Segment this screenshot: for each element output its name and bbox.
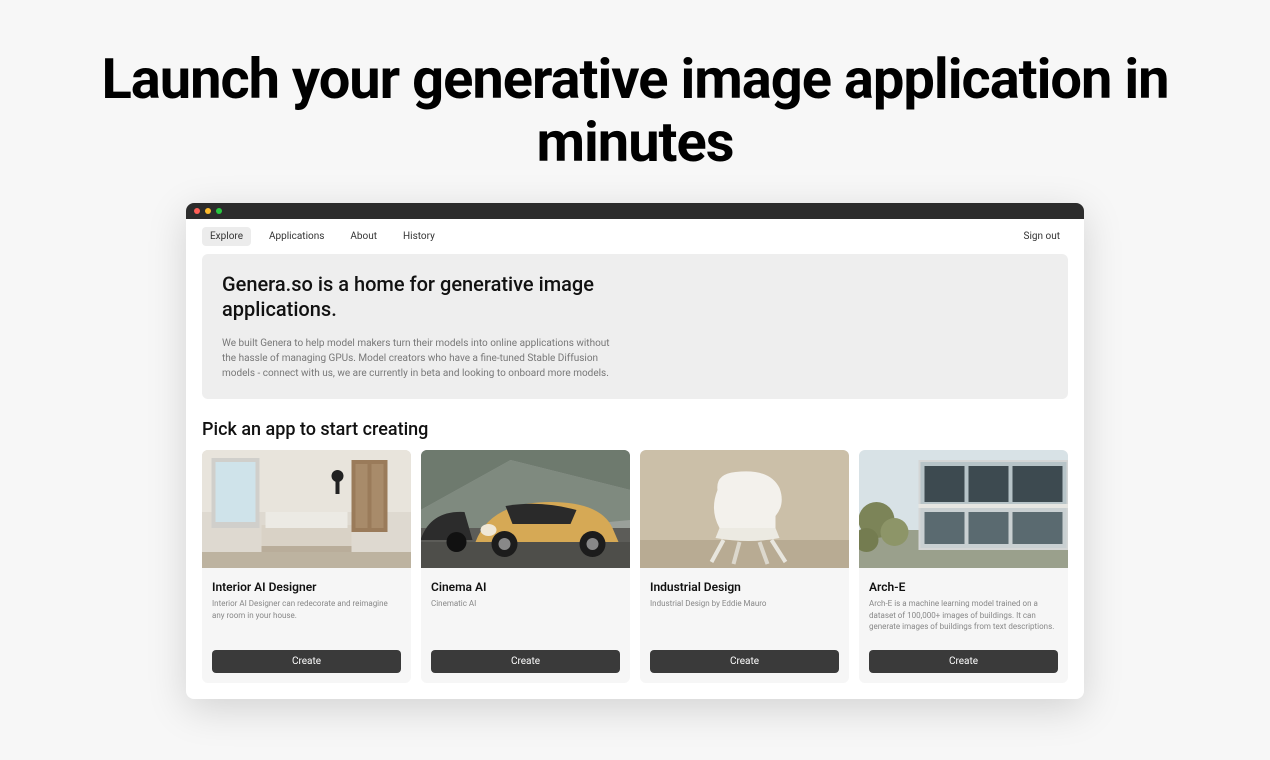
- window-titlebar: [186, 203, 1084, 219]
- card-interior-image: [202, 450, 411, 568]
- card-title: Interior AI Designer: [212, 580, 401, 594]
- card-industrial-image: [640, 450, 849, 568]
- intro-title: Genera.so is a home for generative image…: [222, 272, 642, 322]
- card-title: Industrial Design: [650, 580, 839, 594]
- card-cinema: Cinema AI Cinematic AI Create: [421, 450, 630, 683]
- window-max-dot[interactable]: [216, 208, 222, 214]
- card-desc: Interior AI Designer can redecorate and …: [212, 598, 401, 634]
- section-title: Pick an app to start creating: [186, 399, 1084, 450]
- card-title: Cinema AI: [431, 580, 620, 594]
- card-arche: Arch-E Arch-E is a machine learning mode…: [859, 450, 1068, 683]
- window-close-dot[interactable]: [194, 208, 200, 214]
- app-cards: Interior AI Designer Interior AI Designe…: [186, 450, 1084, 699]
- window-min-dot[interactable]: [205, 208, 211, 214]
- card-desc: Arch-E is a machine learning model train…: [869, 598, 1058, 634]
- nav-signout[interactable]: Sign out: [1016, 227, 1068, 246]
- create-button[interactable]: Create: [212, 650, 401, 673]
- browser-window: Explore Applications About History Sign …: [186, 203, 1084, 699]
- top-nav: Explore Applications About History Sign …: [186, 219, 1084, 254]
- card-desc: Industrial Design by Eddie Mauro: [650, 598, 839, 634]
- create-button[interactable]: Create: [431, 650, 620, 673]
- nav-explore[interactable]: Explore: [202, 227, 251, 246]
- card-interior: Interior AI Designer Interior AI Designe…: [202, 450, 411, 683]
- nav-about[interactable]: About: [342, 227, 385, 246]
- create-button[interactable]: Create: [869, 650, 1058, 673]
- card-title: Arch-E: [869, 580, 1058, 594]
- create-button[interactable]: Create: [650, 650, 839, 673]
- card-arche-image: [859, 450, 1068, 568]
- nav-applications[interactable]: Applications: [261, 227, 332, 246]
- hero-headline: Launch your generative image application…: [20, 48, 1250, 173]
- card-cinema-image: [421, 450, 630, 568]
- nav-history[interactable]: History: [395, 227, 443, 246]
- card-industrial: Industrial Design Industrial Design by E…: [640, 450, 849, 683]
- intro-body: We built Genera to help model makers tur…: [222, 336, 612, 381]
- intro-card: Genera.so is a home for generative image…: [202, 254, 1068, 399]
- card-desc: Cinematic AI: [431, 598, 620, 634]
